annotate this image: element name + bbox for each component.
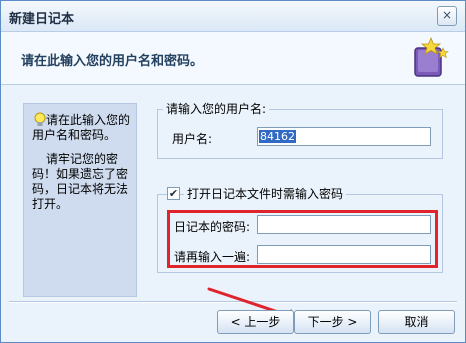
password-input[interactable]: [257, 215, 431, 234]
username-value: 84162: [259, 130, 296, 143]
tip-enter-credentials: 请在此输入您的用户名和密码。: [32, 113, 131, 142]
check-mark-icon: ✔: [168, 187, 179, 200]
close-button[interactable]: ×: [437, 6, 457, 26]
username-input[interactable]: 84162: [257, 127, 431, 146]
dialog-header: 请在此输入您的用户名和密码。: [1, 32, 465, 85]
repeat-password-input[interactable]: [257, 245, 431, 264]
repeat-password-label: 请再输入一遍:: [174, 250, 251, 264]
back-button[interactable]: < 上一步: [217, 310, 294, 334]
dialog-window: 新建日记本 × 请在此输入您的用户名和密码。 请在此输入您的用户名和密码。 请牢…: [0, 0, 466, 343]
username-group-title: 请输入您的用户名:: [163, 100, 270, 117]
window-title: 新建日记本: [9, 12, 75, 27]
next-button[interactable]: 下一步 >: [294, 310, 371, 334]
cancel-button[interactable]: 取消: [378, 310, 455, 334]
tip-panel: 请在此输入您的用户名和密码。 请牢记您的密码！如果遗忘了密码，日记本将无法打开。: [23, 103, 137, 297]
password-label: 日记本的密码:: [174, 220, 251, 234]
require-password-checkbox[interactable]: ✔: [167, 187, 180, 200]
tip-remember-password: 请牢记您的密码！如果遗忘了密码，日记本将无法打开。: [32, 152, 129, 211]
require-password-label[interactable]: 打开日记本文件时需输入密码: [184, 185, 347, 202]
username-label: 用户名:: [172, 132, 213, 146]
header-text: 请在此输入您的用户名和密码。: [21, 54, 204, 69]
close-icon: ×: [441, 8, 453, 22]
title-bar: 新建日记本 ×: [1, 1, 465, 32]
diary-book-icon: [414, 36, 449, 77]
